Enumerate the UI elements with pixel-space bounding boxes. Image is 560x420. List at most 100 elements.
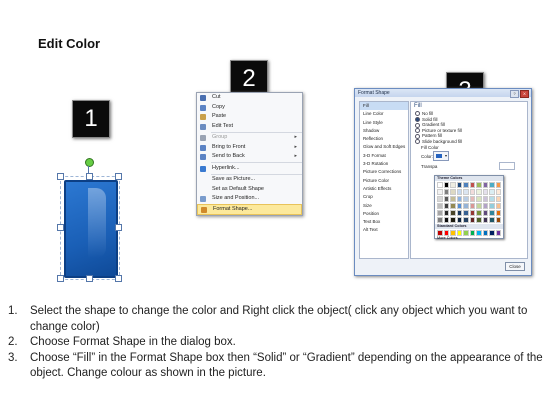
menu-item-send-to-back[interactable]: Send to Back ▸ — [197, 152, 302, 162]
category-alt-text[interactable]: Alt Text — [360, 226, 408, 234]
color-swatch[interactable] — [476, 217, 482, 223]
color-swatch[interactable] — [482, 189, 488, 195]
color-swatch[interactable] — [495, 189, 501, 195]
color-swatch[interactable] — [443, 196, 449, 202]
color-swatch[interactable] — [443, 217, 449, 223]
color-swatch[interactable] — [469, 203, 475, 209]
color-swatch[interactable] — [456, 196, 462, 202]
fill-option-gradient-fill[interactable]: Gradient fill — [415, 122, 445, 128]
color-swatch[interactable] — [489, 196, 495, 202]
category-line-style[interactable]: Line Style — [360, 119, 408, 127]
selected-shape[interactable] — [56, 158, 122, 282]
resize-handle-bl[interactable] — [57, 275, 64, 282]
category-picture-corrections[interactable]: Picture Corrections — [360, 168, 408, 176]
color-swatch[interactable] — [463, 217, 469, 223]
color-swatch[interactable] — [456, 217, 462, 223]
color-swatch[interactable] — [489, 189, 495, 195]
color-swatch[interactable] — [450, 189, 456, 195]
category-artistic-effects[interactable]: Artistic Effects — [360, 185, 408, 193]
menu-item-copy[interactable]: Copy — [197, 103, 302, 113]
category-shadow[interactable]: Shadow — [360, 127, 408, 135]
standard-color-swatch[interactable] — [463, 230, 469, 236]
transparency-input[interactable] — [499, 162, 515, 170]
menu-item-set-as-default-shape[interactable]: Set as Default Shape — [197, 185, 302, 195]
category-position[interactable]: Position — [360, 210, 408, 218]
category-picture-color[interactable]: Picture Color — [360, 177, 408, 185]
color-swatch[interactable] — [463, 182, 469, 188]
category-size[interactable]: Size — [360, 202, 408, 210]
category-glow-and-soft-edges[interactable]: Glow and Soft Edges — [360, 143, 408, 151]
help-button[interactable]: ? — [510, 90, 519, 98]
fill-option-pattern-fill[interactable]: Pattern fill — [415, 133, 442, 139]
color-swatch[interactable] — [437, 182, 443, 188]
dialog-title-bar[interactable]: Format Shape ? X — [355, 89, 531, 98]
resize-handle-tl[interactable] — [57, 173, 64, 180]
color-swatch[interactable] — [489, 182, 495, 188]
category-3-d-format[interactable]: 3-D Format — [360, 152, 408, 160]
resize-handle-r[interactable] — [115, 224, 122, 231]
resize-handle-br[interactable] — [115, 275, 122, 282]
fill-option-no-fill[interactable]: No fill — [415, 111, 433, 117]
standard-color-swatch[interactable] — [495, 230, 501, 236]
color-swatch[interactable] — [489, 203, 495, 209]
fill-option-solid-fill[interactable]: Solid fill — [415, 117, 438, 122]
color-swatch[interactable] — [456, 182, 462, 188]
color-swatch[interactable] — [437, 196, 443, 202]
standard-color-swatch[interactable] — [482, 230, 488, 236]
color-swatch[interactable] — [469, 182, 475, 188]
rotation-handle[interactable] — [85, 158, 94, 167]
color-swatch[interactable] — [437, 203, 443, 209]
menu-item-save-as-picture[interactable]: Save as Picture... — [197, 175, 302, 185]
menu-item-edit-text[interactable]: Edit Text — [197, 122, 302, 132]
color-swatch[interactable] — [450, 210, 456, 216]
color-swatch[interactable] — [443, 203, 449, 209]
color-swatch[interactable] — [482, 196, 488, 202]
category-line-color[interactable]: Line Color — [360, 110, 408, 118]
category-reflection[interactable]: Reflection — [360, 135, 408, 143]
color-picker-button[interactable]: ▾ — [433, 151, 449, 161]
color-swatch[interactable] — [456, 189, 462, 195]
color-swatch[interactable] — [495, 182, 501, 188]
color-swatch[interactable] — [463, 189, 469, 195]
color-swatch[interactable] — [443, 182, 449, 188]
color-swatch[interactable] — [463, 210, 469, 216]
blue-rectangle[interactable] — [64, 180, 118, 278]
color-swatch[interactable] — [437, 210, 443, 216]
color-swatch[interactable] — [463, 196, 469, 202]
fill-option-slide-background-fill[interactable]: Slide background fill — [415, 139, 462, 145]
color-swatch[interactable] — [443, 189, 449, 195]
menu-item-paste[interactable]: Paste — [197, 112, 302, 122]
color-swatch[interactable] — [495, 210, 501, 216]
color-swatch[interactable] — [495, 196, 501, 202]
color-swatch[interactable] — [482, 182, 488, 188]
color-swatch[interactable] — [476, 196, 482, 202]
standard-color-swatch[interactable] — [489, 230, 495, 236]
color-swatch[interactable] — [476, 189, 482, 195]
resize-handle-tr[interactable] — [115, 173, 122, 180]
standard-color-swatch[interactable] — [476, 230, 482, 236]
menu-item-size-and-position[interactable]: Size and Position... — [197, 194, 302, 204]
color-swatch[interactable] — [469, 189, 475, 195]
color-swatch[interactable] — [482, 210, 488, 216]
color-swatch[interactable] — [476, 182, 482, 188]
color-swatch[interactable] — [482, 217, 488, 223]
menu-item-group[interactable]: Group ▸ — [197, 133, 302, 143]
close-x-button[interactable]: X — [520, 90, 529, 98]
menu-item-cut[interactable]: Cut — [197, 93, 302, 103]
color-swatch[interactable] — [469, 210, 475, 216]
menu-item-format-shape[interactable]: Format Shape... — [197, 203, 302, 215]
close-button[interactable]: Close — [505, 262, 525, 271]
menu-item-hyperlink[interactable]: Hyperlink... — [197, 164, 302, 174]
color-swatch[interactable] — [456, 203, 462, 209]
resize-handle-b[interactable] — [86, 275, 93, 282]
color-swatch[interactable] — [456, 210, 462, 216]
color-swatch[interactable] — [450, 217, 456, 223]
category-3-d-rotation[interactable]: 3-D Rotation — [360, 160, 408, 168]
color-swatch[interactable] — [450, 203, 456, 209]
color-swatch[interactable] — [469, 217, 475, 223]
color-swatch[interactable] — [437, 217, 443, 223]
color-swatch[interactable] — [476, 203, 482, 209]
color-swatch[interactable] — [482, 203, 488, 209]
category-crop[interactable]: Crop — [360, 193, 408, 201]
color-swatch[interactable] — [489, 217, 495, 223]
